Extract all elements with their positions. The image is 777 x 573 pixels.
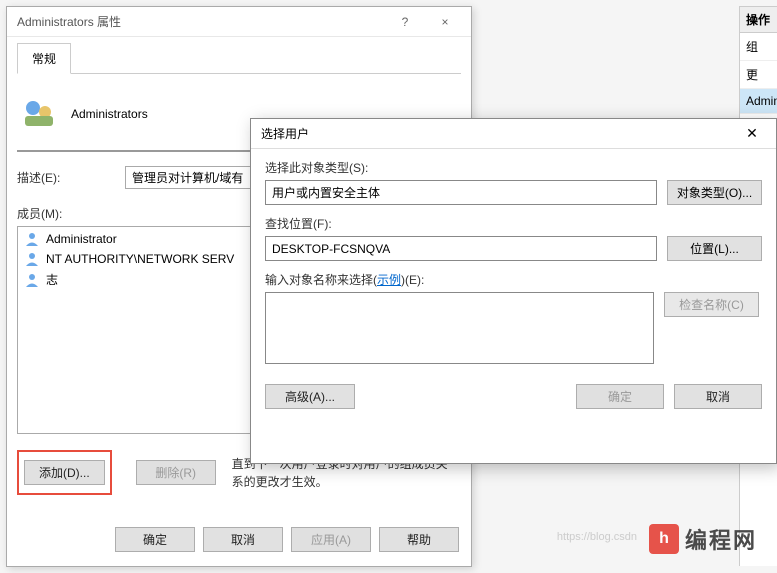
- titlebar[interactable]: Administrators 属性 ? ×: [7, 7, 471, 37]
- member-name: NT AUTHORITY\NETWORK SERV: [46, 252, 234, 266]
- actions-item-more[interactable]: 更: [740, 61, 777, 89]
- tab-general[interactable]: 常规: [17, 43, 71, 74]
- examples-link[interactable]: 示例: [377, 273, 401, 287]
- help-icon[interactable]: ?: [385, 8, 425, 36]
- watermark-logo: h: [649, 524, 679, 554]
- members-label: 成员(M):: [17, 205, 125, 222]
- close-icon[interactable]: ✕: [730, 120, 774, 148]
- member-name: Administrator: [46, 232, 117, 246]
- group-icon: [21, 96, 57, 132]
- cancel-button[interactable]: 取消: [203, 527, 283, 552]
- watermark: h 编程网: [649, 523, 757, 555]
- dialog-title: Administrators 属性: [17, 13, 385, 30]
- object-type-label: 选择此对象类型(S):: [265, 159, 762, 176]
- close-icon[interactable]: ×: [425, 8, 465, 36]
- location-label: 查找位置(F):: [265, 215, 762, 232]
- check-names-button[interactable]: 检查名称(C): [664, 292, 759, 317]
- ok-button[interactable]: 确定: [576, 384, 664, 409]
- tabs: 常规: [17, 43, 461, 74]
- help-button[interactable]: 帮助: [379, 527, 459, 552]
- user-icon: [24, 272, 40, 288]
- user-icon: [24, 251, 40, 267]
- user-icon: [24, 231, 40, 247]
- actions-item-group[interactable]: 组: [740, 33, 777, 61]
- add-highlight: 添加(D)...: [17, 450, 112, 495]
- description-label: 描述(E):: [17, 169, 125, 186]
- names-label: 输入对象名称来选择(示例)(E):: [265, 271, 762, 288]
- object-type-input[interactable]: [265, 180, 657, 205]
- object-names-input[interactable]: [265, 292, 654, 364]
- actions-header: 操作: [740, 7, 777, 33]
- watermark-text: 编程网: [685, 523, 757, 555]
- ok-button[interactable]: 确定: [115, 527, 195, 552]
- group-name: Administrators: [71, 107, 148, 121]
- cancel-button[interactable]: 取消: [674, 384, 762, 409]
- add-button[interactable]: 添加(D)...: [24, 460, 105, 485]
- remove-button[interactable]: 删除(R): [136, 460, 216, 485]
- locations-button[interactable]: 位置(L)...: [667, 236, 762, 261]
- select-titlebar[interactable]: 选择用户 ✕: [251, 119, 776, 149]
- select-dialog-title: 选择用户: [261, 125, 730, 142]
- location-input[interactable]: [265, 236, 657, 261]
- apply-button[interactable]: 应用(A): [291, 527, 371, 552]
- select-users-dialog: 选择用户 ✕ 选择此对象类型(S): 对象类型(O)... 查找位置(F): 位…: [250, 118, 777, 464]
- actions-item-admin[interactable]: Admini: [740, 89, 777, 114]
- dialog-buttons: 确定 取消 应用(A) 帮助: [7, 519, 471, 560]
- watermark-url: https://blog.csdn: [557, 531, 637, 543]
- object-types-button[interactable]: 对象类型(O)...: [667, 180, 762, 205]
- member-name: 志: [46, 271, 58, 288]
- advanced-button[interactable]: 高级(A)...: [265, 384, 355, 409]
